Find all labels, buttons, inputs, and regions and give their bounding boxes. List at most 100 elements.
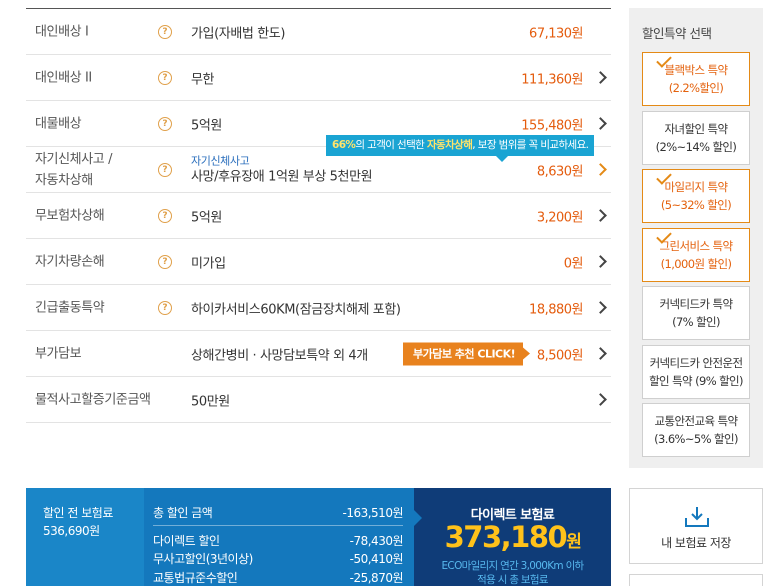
coverage-name-line2: 자동차상해 <box>35 172 93 188</box>
coverage-name: 무보험차상해 <box>35 208 105 223</box>
final-premium: 다이렉트 보험료 373,180원 ECO마일리지 연간 3,000Km 이하 … <box>414 488 611 586</box>
divider <box>153 525 403 526</box>
discount-line-value: -50,410원 <box>349 552 404 566</box>
discount-line: 다이렉트 할인 -78,430원 <box>153 532 404 549</box>
coverage-desc: 자기신체사고 사망/후유장애 1억원 부상 5천만원 <box>191 153 373 186</box>
coverage-name: 대물배상 <box>35 116 82 131</box>
final-premium-value: 373,180원 <box>414 520 611 554</box>
coverage-row-bodily-2[interactable]: 대인배상 II ? 무한 111,360원 <box>26 55 611 101</box>
chevron-right-icon[interactable] <box>594 392 607 406</box>
discount-line-label: 교통법규준수할인 <box>153 571 238 585</box>
help-icon[interactable]: ? <box>158 162 172 177</box>
help-icon[interactable]: ? <box>158 70 172 85</box>
coverage-price: 8,500원 <box>536 348 584 363</box>
coverage-desc: 5억원 <box>191 118 222 133</box>
help-icon[interactable]: ? <box>158 116 172 131</box>
coverage-desc: 5억원 <box>191 210 222 225</box>
total-discount: 총 할인 금액 -163,510원 <box>153 504 403 521</box>
coverage-name: 긴급출동특약 <box>35 300 105 315</box>
save-button-label: 내 보험료 저장 <box>661 536 731 550</box>
total-discount-label: 총 할인 금액 <box>153 506 213 520</box>
coverage-name-line1: 자기신체사고 / <box>35 151 113 167</box>
coverage-name: 대인배상 II <box>35 70 92 85</box>
discount-connected-car[interactable]: 커넥티드카 특약 (7% 할인) <box>642 286 750 340</box>
discount-breakdown: 총 할인 금액 -163,510원 다이렉트 할인 -78,430원 무사고할인… <box>144 488 414 586</box>
discount-rate: 할인 특약 (9% 할인) <box>649 374 743 388</box>
coverage-row-additional[interactable]: 부가담보 상해간병비 · 사망담보특약 외 4개 부가담보 추천 CLICK! … <box>26 331 611 377</box>
coverage-name: 자기차량손해 <box>35 254 105 269</box>
coverage-price: 3,200원 <box>536 210 584 225</box>
coverage-row-bodily-1[interactable]: 대인배상 Ⅰ ? 가입(자배법 한도) 67,130원 <box>26 9 611 55</box>
coverage-price: 0원 <box>563 256 584 271</box>
chevron-right-icon[interactable] <box>594 162 607 176</box>
discount-rate: (1,000원 할인) <box>660 257 732 271</box>
chevron-right-icon[interactable] <box>594 70 607 84</box>
discount-line-value: -25,870원 <box>349 571 404 585</box>
coverage-price: 18,880원 <box>529 302 583 317</box>
discount-line: 교통법규준수할인 -25,870원 <box>153 569 404 586</box>
coverage-desc-main: 사망/후유장애 1억원 부상 5천만원 <box>191 169 373 184</box>
chevron-right-icon[interactable] <box>594 300 607 314</box>
discount-panel-title: 할인특약 선택 <box>642 26 712 41</box>
coverage-row-surcharge[interactable]: 물적사고할증기준금액 50만원 <box>26 377 611 423</box>
discount-line-value: -78,430원 <box>349 534 404 548</box>
before-value: 536,690원 <box>43 524 100 538</box>
coverage-price: 111,360원 <box>521 72 583 87</box>
help-icon[interactable]: ? <box>158 254 172 269</box>
final-premium-unit: 원 <box>566 532 582 552</box>
discount-panel: 할인특약 선택 블랙박스 특약 (2.2%할인) 자녀할인 특약 (2%~14%… <box>629 8 763 468</box>
discount-label: 커넥티드카 특약 <box>659 297 734 311</box>
discount-line-label: 무사고할인(3년이상) <box>153 552 253 566</box>
coverage-desc: 무한 <box>191 72 215 87</box>
discount-label: 교통안전교육 특약 <box>654 414 739 428</box>
tooltip-percent: 66% <box>332 139 356 151</box>
discount-blackbox[interactable]: 블랙박스 특약 (2.2%할인) <box>642 52 750 106</box>
coverage-desc: 미가입 <box>191 256 226 271</box>
discount-label: 커넥티드카 안전운전 <box>649 356 743 370</box>
coverage-price: 67,130원 <box>529 26 583 41</box>
coverage-desc: 50만원 <box>191 394 230 409</box>
coverage-desc: 하이카서비스60KM(잠금장치해제 포함) <box>191 302 401 317</box>
help-icon[interactable]: ? <box>158 300 172 315</box>
recommend-button[interactable]: 부가담보 추천 CLICK! <box>403 342 531 365</box>
discount-rate: (5~32% 할인) <box>660 198 732 212</box>
premium-summary: 할인 전 보험료 536,690원 총 할인 금액 -163,510원 다이렉트… <box>26 488 611 586</box>
coverage-name: 대인배상 Ⅰ <box>35 24 89 39</box>
chevron-right-icon[interactable] <box>594 208 607 222</box>
coverage-row-emergency[interactable]: 긴급출동특약 ? 하이카서비스60KM(잠금장치해제 포함) 18,880원 <box>26 285 611 331</box>
chevron-right-icon[interactable] <box>594 346 607 360</box>
chevron-right-icon[interactable] <box>594 116 607 130</box>
secondary-button[interactable] <box>629 574 763 586</box>
tooltip-text-end: , 보장 범위를 꼭 비교하세요. <box>472 139 589 151</box>
discount-rate: (2.2%할인) <box>668 81 724 95</box>
chevron-right-icon[interactable] <box>594 254 607 268</box>
discount-label: 자녀할인 특약 <box>664 122 729 136</box>
coverage-name: 물적사고할증기준금액 <box>35 392 151 407</box>
eco-note-line1: ECO마일리지 연간 3,000Km 이하 <box>441 560 585 572</box>
discount-safety-education[interactable]: 교통안전교육 특약 (3.6%~5% 할인) <box>642 403 750 457</box>
eco-note-line2: 적용 시 총 보험료 <box>477 574 548 586</box>
help-icon[interactable]: ? <box>158 208 172 223</box>
help-icon[interactable]: ? <box>158 24 172 39</box>
discount-rate: (2%~14% 할인) <box>655 140 737 154</box>
discount-rate: (7% 할인) <box>672 315 720 329</box>
coverage-price: 8,630원 <box>536 164 584 179</box>
coverage-row-own-vehicle[interactable]: 자기차량손해 ? 미가입 0원 <box>26 239 611 285</box>
coverage-row-uninsured[interactable]: 무보험차상해 ? 5억원 3,200원 <box>26 193 611 239</box>
discount-mileage[interactable]: 마일리지 특약 (5~32% 할인) <box>642 169 750 223</box>
coverage-name: 부가담보 <box>35 346 82 361</box>
discount-green-service[interactable]: 그린서비스 특약 (1,000원 할인) <box>642 228 750 282</box>
discount-child[interactable]: 자녀할인 특약 (2%~14% 할인) <box>642 111 750 165</box>
tooltip-text: 의 고객이 선택한 <box>355 139 427 151</box>
eco-mileage-note: ECO마일리지 연간 3,000Km 이하 적용 시 총 보험료 <box>414 559 611 586</box>
final-premium-amount: 373,180 <box>444 520 568 554</box>
before-label: 할인 전 보험료 <box>43 506 113 520</box>
discount-line-label: 다이렉트 할인 <box>153 534 220 548</box>
save-premium-button[interactable]: 내 보험료 저장 <box>629 488 763 564</box>
coverage-desc: 상해간병비 · 사망담보특약 외 4개 <box>191 348 368 363</box>
tooltip-highlight: 자동차상해 <box>426 139 473 151</box>
discount-connected-safe-driving[interactable]: 커넥티드카 안전운전 할인 특약 (9% 할인) <box>642 345 750 399</box>
coverage-row-self-injury[interactable]: 66%의 고객이 선택한 자동차상해, 보장 범위를 꼭 비교하세요. 자기신체… <box>26 135 611 193</box>
coverage-price: 155,480원 <box>521 118 583 133</box>
coverage-name: 자기신체사고 / 자동차상해 <box>35 149 112 191</box>
